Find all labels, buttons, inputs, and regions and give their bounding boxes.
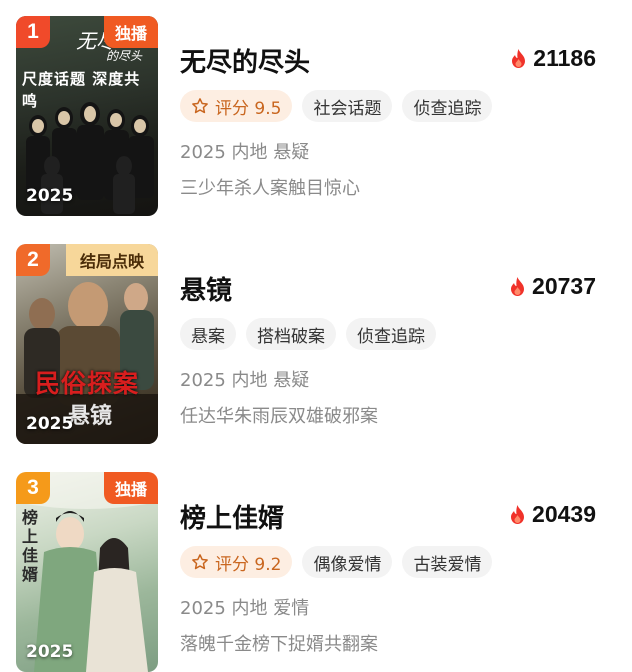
poster-year: 2025 [26, 414, 74, 434]
tag-chip[interactable]: 社会话题 [302, 90, 393, 122]
flame-icon [512, 48, 526, 68]
poster-logo: 悬镜 [68, 404, 113, 429]
show-title[interactable]: 悬镜 [180, 270, 232, 307]
heat-value: 21186 [533, 45, 596, 71]
poster-year: 2025 [26, 642, 74, 662]
show-description: 落魄千金榜下捉婿共翻案 [180, 634, 378, 655]
rank-badge: 1 [16, 16, 50, 48]
rank-badge: 3 [16, 472, 50, 504]
ranking-item[interactable]: 榜上佳婿 3 独播 2025 榜上佳婿 20439 评分 9.2 偶像爱情 古装… [0, 470, 632, 672]
tag-list: 评分 9.2 偶像爱情 古装爱情 [180, 546, 493, 578]
heat-score: 21186 [510, 45, 596, 72]
show-title[interactable]: 榜上佳婿 [180, 498, 284, 535]
show-description: 三少年杀人案触目惊心 [180, 178, 360, 199]
show-description: 任达华朱雨辰双雄破邪案 [180, 406, 378, 427]
poster-image[interactable]: 榜上佳婿 3 独播 2025 [16, 472, 158, 672]
finale-badge-label: 结局点映 [79, 252, 144, 271]
tag-list: 评分 9.5 社会话题 侦查追踪 [180, 90, 493, 122]
poster-slogan: 尺度话题 深度共鸣 [22, 70, 141, 110]
ranking-item[interactable]: 无尽 的尽头 尺度话题 深度共鸣 1 独播 2025 无尽的尽头 21186 评… [0, 14, 632, 216]
score-label: 评分 9.5 [215, 98, 282, 119]
heat-score: 20737 [509, 273, 596, 300]
flame-icon [511, 504, 525, 524]
show-meta: 2025 内地 悬疑 [180, 142, 310, 163]
score-chip[interactable]: 评分 9.2 [180, 546, 293, 578]
ranking-item[interactable]: 民俗探案 悬镜 2 结局点映 2025 悬镜 20737 悬案 搭档破案 侦查追… [0, 242, 632, 444]
tag-chip[interactable]: 古装爱情 [402, 546, 493, 578]
star-icon [192, 554, 208, 570]
tag-chip[interactable]: 偶像爱情 [302, 546, 393, 578]
heat-score: 20439 [509, 501, 596, 528]
tag-chip[interactable]: 悬案 [180, 318, 236, 350]
score-label: 评分 9.2 [215, 554, 282, 575]
heat-value: 20737 [532, 273, 596, 299]
tag-list: 悬案 搭档破案 侦查追踪 [180, 318, 436, 350]
finale-badge: 结局点映 [66, 244, 158, 276]
rank-badge: 2 [16, 244, 50, 276]
poster-calligraphy-sub: 的尽头 [106, 49, 143, 63]
show-title[interactable]: 无尽的尽头 [180, 42, 310, 79]
star-icon [192, 98, 208, 114]
flame-icon [511, 276, 525, 296]
tag-chip[interactable]: 侦查追踪 [346, 318, 436, 350]
poster-slogan: 民俗探案 [34, 369, 139, 398]
show-meta: 2025 内地 悬疑 [180, 370, 310, 391]
poster-image[interactable]: 民俗探案 悬镜 2 结局点映 2025 [16, 244, 158, 444]
poster-slogan: 榜上佳婿 [22, 508, 39, 584]
exclusive-badge: 独播 [103, 16, 158, 48]
exclusive-badge: 独播 [103, 472, 158, 504]
tag-chip[interactable]: 搭档破案 [246, 318, 336, 350]
poster-image[interactable]: 无尽 的尽头 尺度话题 深度共鸣 1 独播 2025 [16, 16, 158, 216]
tag-chip[interactable]: 侦查追踪 [402, 90, 493, 122]
heat-value: 20439 [532, 501, 596, 527]
show-meta: 2025 内地 爱情 [180, 598, 310, 619]
poster-year: 2025 [26, 186, 74, 206]
score-chip[interactable]: 评分 9.5 [180, 90, 293, 122]
